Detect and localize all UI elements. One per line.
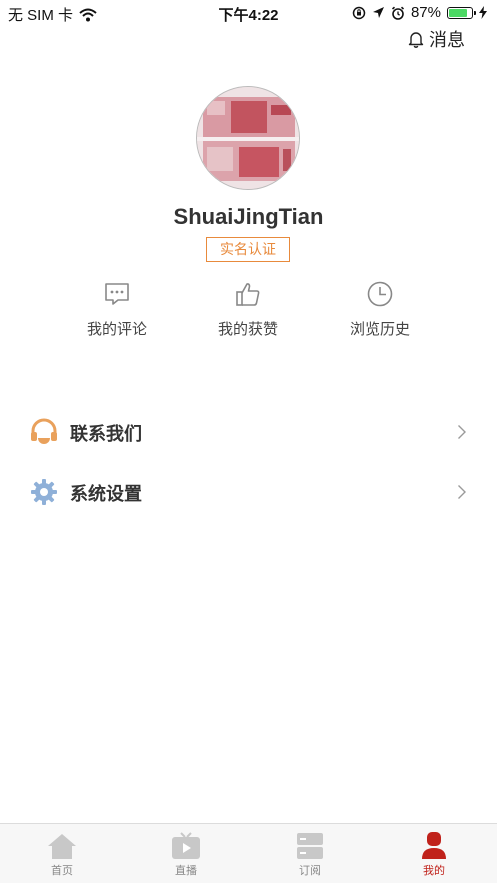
home-icon: [48, 834, 76, 859]
messages-button[interactable]: 消息: [407, 26, 465, 52]
tab-label: 订阅: [299, 865, 321, 877]
battery-fill: [449, 8, 468, 17]
tab-home[interactable]: 首页: [0, 824, 124, 883]
username: ShuaiJingTian: [173, 204, 324, 229]
subscription-icon: [297, 833, 323, 859]
quick-action-likes[interactable]: 我的获赞: [183, 280, 313, 339]
thumbs-up-icon: [236, 283, 260, 306]
chevron-right-icon: [458, 425, 466, 439]
menu-item-label: 系统设置: [70, 484, 142, 504]
tab-label: 我的: [423, 865, 445, 877]
quick-action-label: 浏览历史: [349, 321, 410, 338]
tab-label: 首页: [51, 865, 73, 877]
tab-label: 直播: [175, 865, 197, 877]
menu-item-label: 联系我们: [70, 424, 142, 444]
clock-icon: [367, 281, 393, 307]
headset-icon: [31, 418, 57, 444]
quick-action-label: 我的获赞: [217, 321, 278, 338]
quick-action-comments[interactable]: 我的评论: [52, 280, 182, 339]
menu-item-contact-us[interactable]: 联系我们: [0, 406, 497, 458]
tab-subscribe[interactable]: 订阅: [248, 824, 372, 883]
tab-bar: 首页 直播 订阅 我的: [0, 823, 497, 883]
gear-icon: [31, 479, 57, 505]
battery-percent: 87%: [410, 4, 441, 21]
location-icon: [372, 7, 384, 18]
bell-icon: [408, 32, 424, 48]
messages-label: 消息: [429, 30, 465, 50]
tab-live[interactable]: 直播: [124, 824, 248, 883]
quick-action-label: 我的评论: [86, 321, 147, 338]
status-right: 87%: [352, 4, 487, 21]
tv-play-icon: [172, 832, 200, 859]
chevron-right-icon: [458, 485, 466, 499]
avatar-banknote-image: [197, 87, 299, 189]
avatar[interactable]: [196, 86, 300, 190]
status-bar: 无 SIM 卡 下午4:22 87%: [0, 0, 497, 26]
verify-badge-button[interactable]: 实名认证: [206, 237, 290, 262]
comment-icon: [105, 283, 129, 305]
tab-mine[interactable]: 我的: [372, 824, 496, 883]
menu-item-system-settings[interactable]: 系统设置: [0, 466, 497, 518]
alarm-icon: [391, 6, 405, 20]
orientation-lock-icon: [352, 6, 366, 19]
battery-icon: [447, 6, 476, 19]
quick-action-history[interactable]: 浏览历史: [315, 280, 445, 339]
charging-bolt-icon: [479, 6, 487, 19]
person-icon: [422, 832, 446, 859]
